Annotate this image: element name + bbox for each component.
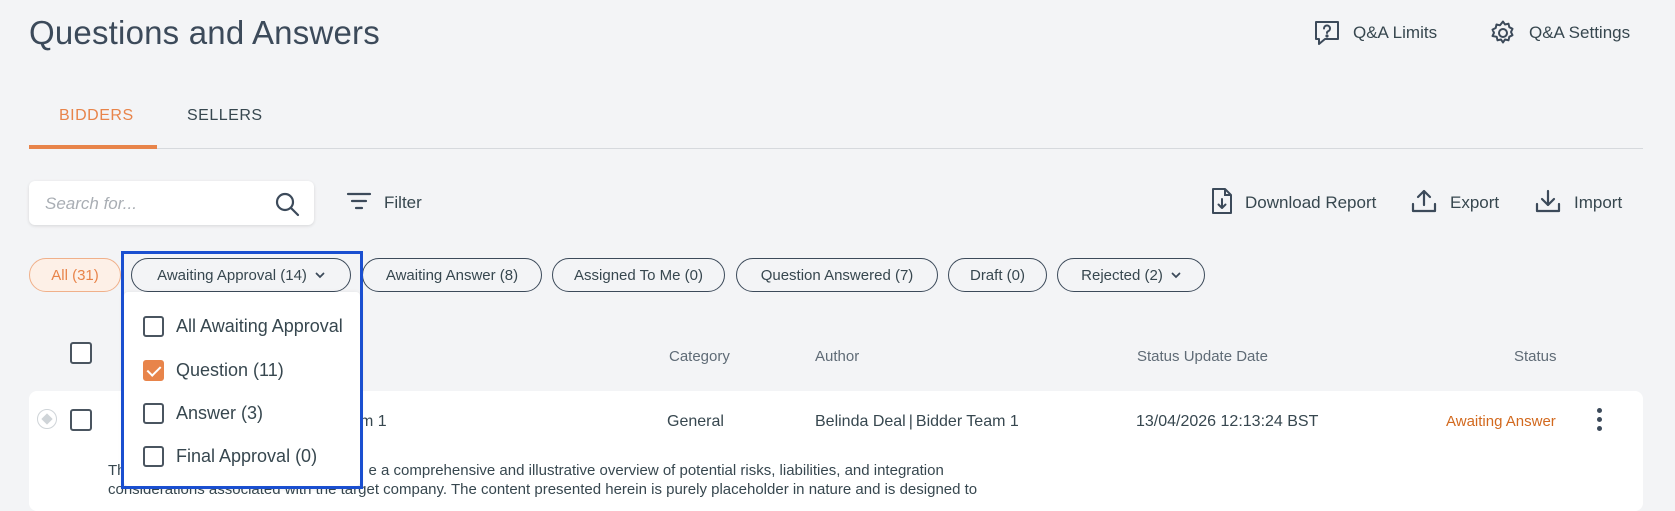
chip-label: All (31)	[51, 266, 99, 284]
author-name: Belinda Deal	[815, 413, 906, 430]
row-category: General	[667, 413, 724, 430]
message-question-icon	[1313, 19, 1341, 47]
search-icon[interactable]	[274, 191, 300, 217]
qa-limits-label: Q&A Limits	[1353, 23, 1438, 42]
column-header-author[interactable]: Author	[815, 348, 859, 365]
chip-awaiting-answer[interactable]: Awaiting Answer (8)	[362, 258, 542, 292]
row-author: Belinda Deal | Bidder Team 1	[815, 413, 1019, 431]
qa-settings-button[interactable]: Q&A Settings	[1489, 18, 1630, 48]
chevron-down-icon	[1171, 272, 1181, 279]
row-indicator-icon	[37, 409, 57, 429]
column-header-status[interactable]: Status	[1514, 348, 1557, 365]
gear-icon	[1489, 19, 1517, 47]
chip-label: Awaiting Answer (8)	[385, 266, 519, 284]
chip-assigned-to-me[interactable]: Assigned To Me (0)	[552, 258, 725, 292]
active-tab-indicator	[29, 145, 157, 149]
row-title[interactable]: m 1	[360, 413, 387, 431]
chip-question-answered[interactable]: Question Answered (7)	[736, 258, 938, 292]
chip-draft[interactable]: Draft (0)	[948, 258, 1047, 292]
filter-button[interactable]: Filter	[346, 188, 422, 218]
select-all-checkbox[interactable]	[70, 342, 92, 364]
chip-label: Draft (0)	[969, 266, 1025, 284]
chip-rejected[interactable]: Rejected (2)	[1057, 258, 1205, 292]
export-button[interactable]: Export	[1410, 188, 1499, 218]
page-title: Questions and Answers	[29, 14, 380, 51]
download-icon	[1534, 188, 1562, 219]
chip-all[interactable]: All (31)	[29, 258, 121, 292]
more-options-icon[interactable]	[1592, 406, 1606, 434]
dropdown-highlight-frame	[121, 251, 363, 489]
tabs-divider	[29, 148, 1643, 149]
upload-icon	[1410, 188, 1438, 219]
search-box	[29, 181, 314, 227]
download-report-button[interactable]: Download Report	[1211, 187, 1377, 220]
chip-label: Rejected (2)	[1081, 266, 1163, 284]
row-date: 13/04/2026 12:13:24 BST	[1136, 413, 1319, 430]
file-download-icon	[1211, 187, 1233, 220]
export-label: Export	[1450, 193, 1500, 212]
author-separator: |	[908, 413, 913, 430]
filter-icon	[346, 190, 372, 217]
row-description-line-1-end: e a comprehensive and illustrative overv…	[368, 462, 944, 479]
import-button[interactable]: Import	[1534, 188, 1622, 218]
tab-bidders[interactable]: BIDDERS	[59, 107, 134, 125]
filter-label: Filter	[384, 193, 422, 212]
qa-settings-label: Q&A Settings	[1529, 23, 1631, 42]
import-label: Import	[1574, 193, 1623, 212]
qa-limits-button[interactable]: Q&A Limits	[1313, 18, 1437, 48]
status-badge: Awaiting Answer	[1446, 413, 1556, 430]
column-header-category[interactable]: Category	[669, 348, 730, 365]
search-input[interactable]	[43, 181, 267, 227]
author-team: Bidder Team 1	[915, 413, 1019, 430]
column-header-status-update-date[interactable]: Status Update Date	[1137, 348, 1268, 365]
download-report-label: Download Report	[1245, 193, 1377, 212]
tab-sellers[interactable]: SELLERS	[187, 107, 263, 125]
row-checkbox[interactable]	[70, 409, 92, 431]
chip-label: Question Answered (7)	[760, 266, 914, 284]
chip-label: Assigned To Me (0)	[574, 266, 703, 284]
